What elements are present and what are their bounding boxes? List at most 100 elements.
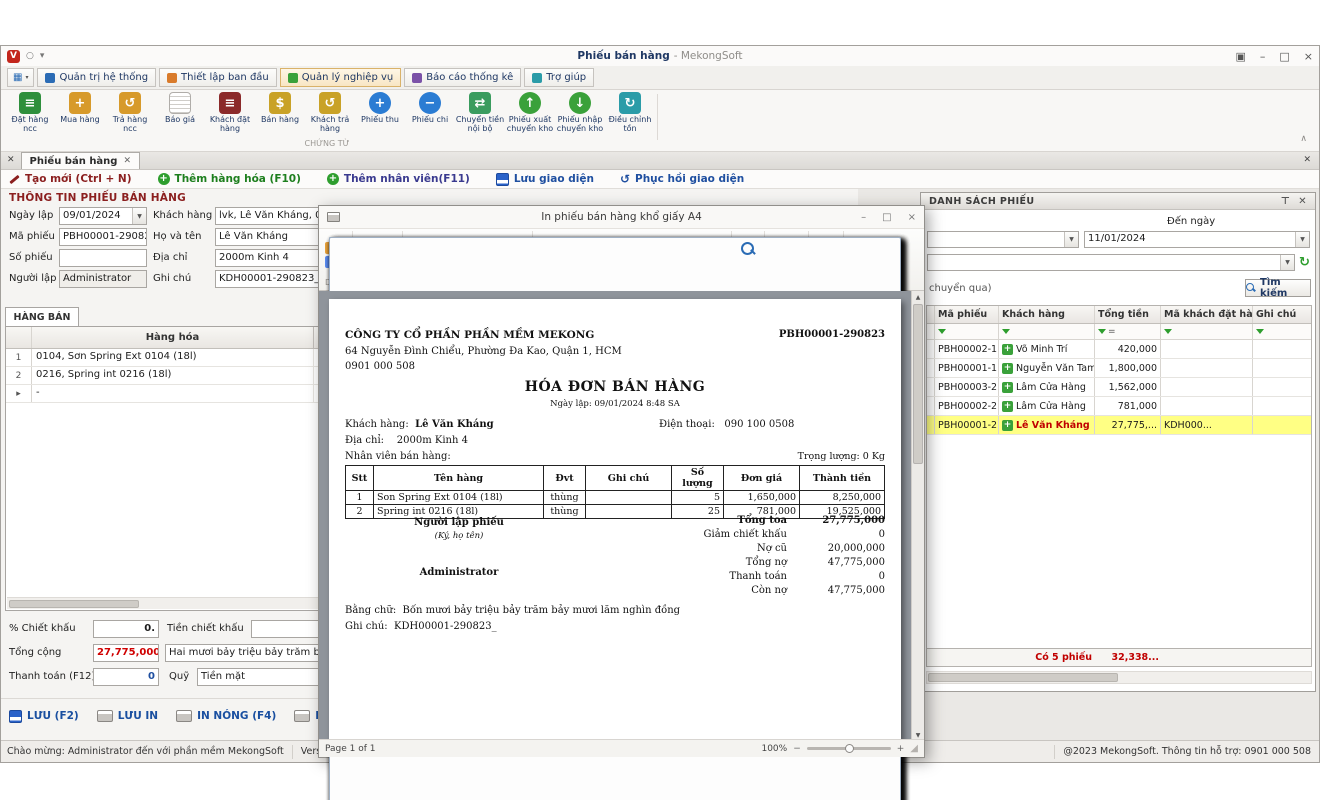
- ribbon-item-khach-dat-hang[interactable]: ≡Khách đặt hàng: [205, 92, 255, 133]
- tab-phieu-ban-hang[interactable]: Phiếu bán hàng ✕: [21, 152, 140, 169]
- ribbon-item-dat-hang-ncc[interactable]: ≡Đặt hàng ncc: [5, 92, 55, 133]
- ribbon-item-ban-hang[interactable]: $Bán hàng: [255, 92, 305, 133]
- dialog-title: In phiếu bán hàng khổ giấy A4: [319, 211, 924, 223]
- app-menu-button[interactable]: ▦▾: [7, 68, 34, 87]
- ghi-chu-label: Ghi chú: [153, 273, 191, 284]
- dialog-minimize-button[interactable]: –: [861, 212, 866, 223]
- menu-tab-quan-ly-nghiep-vu[interactable]: Quản lý nghiệp vụ: [280, 68, 401, 87]
- so-phieu-input[interactable]: [59, 249, 147, 267]
- den-ngay-combo[interactable]: 11/01/2024▼: [1084, 231, 1310, 248]
- dialog-close-button[interactable]: ×: [908, 212, 916, 223]
- menu-tab-quan-tri-he-thong[interactable]: Quản trị hệ thống: [37, 68, 156, 87]
- restore-button[interactable]: □: [1279, 50, 1289, 63]
- document-tabstrip: ✕ Phiếu bán hàng ✕ ✕: [1, 152, 1319, 170]
- filter-icon: [1164, 329, 1172, 334]
- doc-company: CÔNG TY CỔ PHẦN PHẦN MỀM MEKONG: [345, 329, 594, 341]
- add-staff-button[interactable]: +Thêm nhân viên(F11): [327, 173, 470, 185]
- warehouse-in-icon: ↓: [569, 92, 591, 114]
- quick-access-icon[interactable]: ○: [26, 51, 34, 61]
- ribbon-item-bao-gia[interactable]: Báo giá: [155, 92, 205, 133]
- expand-icon[interactable]: +: [1002, 401, 1013, 412]
- menu-bar: ▦▾ Quản trị hệ thống Thiết lập ban đầu Q…: [1, 66, 1319, 90]
- chevron-down-icon[interactable]: ▼: [1280, 255, 1294, 270]
- dialog-titlebar[interactable]: In phiếu bán hàng khổ giấy A4 – □ ×: [319, 206, 924, 229]
- scrollbar-thumb[interactable]: [928, 673, 1118, 682]
- ribbon-item-tra-hang-ncc[interactable]: ↺Trả hàng ncc: [105, 92, 155, 133]
- zoom-in-icon[interactable]: +: [897, 744, 905, 754]
- receipt-row[interactable]: PBH00001-1... +Nguyễn Văn Tam 1,800,000: [927, 359, 1311, 378]
- expand-icon[interactable]: +: [1002, 363, 1013, 374]
- save-print-button[interactable]: LƯU IN: [97, 710, 158, 722]
- search-button[interactable]: Tìm kiếm: [1245, 279, 1311, 297]
- receipt-grid[interactable]: Mã phiếu Khách hàng Tổng tiền Mã khách đ…: [926, 305, 1312, 649]
- thanh-toan-input[interactable]: 0: [93, 668, 159, 686]
- preview-area[interactable]: CÔNG TY CỔ PHẦN PHẦN MỀM MEKONG PBH00001…: [319, 291, 924, 741]
- tab-hang-ban[interactable]: HÀNG BÁN: [5, 307, 79, 327]
- zoom-slider-thumb[interactable]: [845, 744, 854, 753]
- menu-tab-tro-giup[interactable]: Trợ giúp: [524, 68, 594, 87]
- filter-combo[interactable]: ▼: [927, 254, 1295, 271]
- chevron-down-icon[interactable]: ▼: [1295, 232, 1309, 247]
- menu-tab-bao-cao-thong-ke[interactable]: Báo cáo thống kê: [404, 68, 521, 87]
- column-header-ma-phieu[interactable]: Mã phiếu: [935, 306, 999, 323]
- fullscreen-button[interactable]: ▣: [1235, 50, 1245, 63]
- purchase-cart-icon: +: [69, 92, 91, 114]
- receipt-row[interactable]: PBH00002-2... +Lâm Cửa Hàng 781,000: [927, 397, 1311, 416]
- dialog-restore-button[interactable]: □: [882, 212, 891, 223]
- zoom-slider[interactable]: [807, 747, 891, 750]
- scrollbar-thumb[interactable]: [913, 304, 923, 464]
- save-button[interactable]: LƯU (F2): [9, 710, 79, 723]
- filter-row[interactable]: =: [927, 324, 1311, 340]
- column-header-ghi-chu[interactable]: Ghi chú: [1253, 306, 1311, 323]
- ribbon-item-khach-tra-hang[interactable]: ↺Khách trả hàng: [305, 92, 355, 133]
- scroll-up-icon[interactable]: ▲: [912, 291, 924, 303]
- scrollbar-thumb[interactable]: [9, 600, 139, 608]
- ngay-lap-input[interactable]: 09/01/2024▼: [59, 207, 147, 225]
- close-all-tabs-icon[interactable]: ✕: [7, 155, 15, 165]
- ribbon-item-chuyen-tien-noi-bo[interactable]: ⇄Chuyển tiền nội bộ: [455, 92, 505, 133]
- panel-close-icon[interactable]: ✕: [1298, 196, 1307, 207]
- expand-icon[interactable]: +: [1002, 344, 1013, 355]
- receipt-grid-header: Mã phiếu Khách hàng Tổng tiền Mã khách đ…: [927, 306, 1311, 324]
- chiet-khau-pct-input[interactable]: 0.: [93, 620, 159, 638]
- editing-fields-button[interactable]: Editing Fields: [558, 262, 614, 272]
- ribbon-collapse-icon[interactable]: ∧: [1300, 134, 1307, 144]
- expand-icon[interactable]: +: [1002, 382, 1013, 393]
- resize-grip-icon[interactable]: ◢: [910, 743, 918, 754]
- preview-vscrollbar[interactable]: ▲ ▼: [911, 291, 924, 741]
- quick-access-dropdown-icon[interactable]: ▾: [40, 51, 45, 61]
- zoom-out-icon[interactable]: −: [793, 744, 801, 754]
- chevron-down-icon[interactable]: ▼: [1064, 232, 1078, 247]
- expand-icon[interactable]: +: [1002, 420, 1013, 431]
- menu-tab-thiet-lap-ban-dau[interactable]: Thiết lập ban đầu: [159, 68, 277, 87]
- ribbon-item-phieu-nhap-chuyen-kho[interactable]: ↓Phiếu nhập chuyển kho: [555, 92, 605, 133]
- ribbon-item-dieu-chinh-ton[interactable]: ↻Điều chỉnh tồn: [605, 92, 655, 133]
- ma-phieu-input[interactable]: PBH00001-290823: [59, 228, 147, 246]
- column-header-tong-tien[interactable]: Tổng tiền: [1095, 306, 1161, 323]
- tabstrip-close-icon[interactable]: ✕: [1303, 155, 1311, 165]
- receipt-row[interactable]: PBH00003-2... +Lâm Cửa Hàng 1,562,000: [927, 378, 1311, 397]
- chevron-down-icon[interactable]: ▼: [132, 208, 146, 224]
- new-button[interactable]: Tạo mới (Ctrl + N): [9, 173, 132, 185]
- restore-layout-button[interactable]: ↺Phục hồi giao diện: [620, 173, 744, 185]
- customer-order-icon: ≡: [219, 92, 241, 114]
- tu-ngay-combo[interactable]: ▼: [927, 231, 1079, 248]
- add-item-button[interactable]: +Thêm hàng hóa (F10): [158, 173, 301, 185]
- ribbon-item-phieu-xuat-chuyen-kho[interactable]: ↑Phiếu xuất chuyển kho: [505, 92, 555, 133]
- ribbon-item-phieu-thu[interactable]: +Phiếu thu: [355, 92, 405, 133]
- close-button[interactable]: ×: [1304, 50, 1313, 63]
- tab-close-icon[interactable]: ✕: [123, 156, 131, 166]
- save-layout-button[interactable]: Lưu giao diện: [496, 173, 594, 186]
- ribbon-item-mua-hang[interactable]: +Mua hàng: [55, 92, 105, 133]
- ribbon-item-phieu-chi[interactable]: −Phiếu chi: [405, 92, 455, 133]
- receipt-grid-hscrollbar[interactable]: [926, 671, 1312, 684]
- column-header-ma-khach-dat-hang[interactable]: Mã khách đặt hàng: [1161, 306, 1253, 323]
- minimize-button[interactable]: –: [1260, 50, 1266, 63]
- column-header-khach-hang[interactable]: Khách hàng: [999, 306, 1095, 323]
- receipt-row[interactable]: PBH00002-1... +Võ Minh Trí 420,000: [927, 340, 1311, 359]
- pin-icon[interactable]: ⊤: [1281, 196, 1291, 207]
- refresh-icon[interactable]: ↻: [1299, 256, 1310, 269]
- receipt-row-selected[interactable]: PBH00001-2... +Lê Văn Kháng 27,775,... K…: [927, 416, 1311, 435]
- quick-print-button[interactable]: IN NÓNG (F4): [176, 710, 276, 722]
- column-header-hang-hoa[interactable]: Hàng hóa: [32, 327, 314, 348]
